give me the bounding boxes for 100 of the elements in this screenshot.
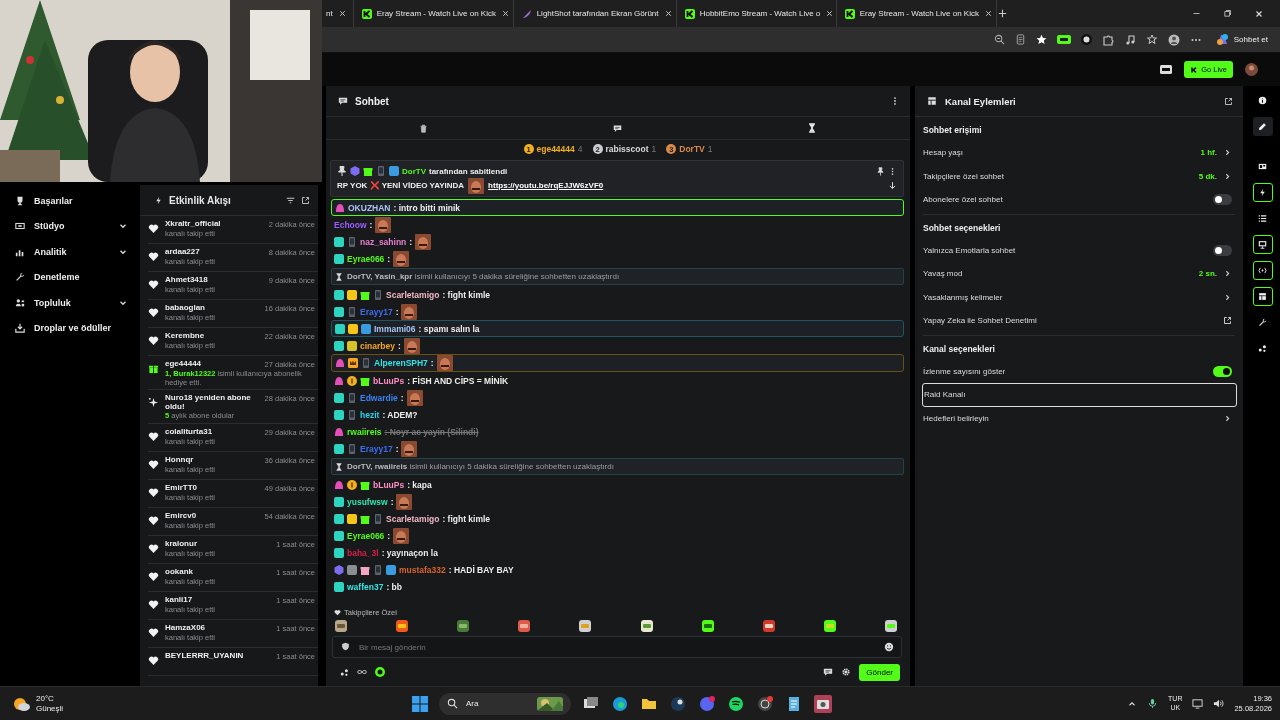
emote-icon[interactable] [761,619,776,633]
chat-username[interactable]: bLuuPs [373,375,405,386]
chat-username[interactable]: OKUZHAN [348,202,391,213]
sidebar-item[interactable]: Analitik [34,246,109,257]
message-input[interactable]: Bir mesaj gönderin [332,636,902,658]
send-button[interactable]: Gönder [859,663,900,681]
rail-button[interactable] [1252,183,1273,202]
chat-username[interactable]: Immami06 [374,323,416,334]
emote-icon[interactable] [700,619,715,633]
popout-icon[interactable] [301,195,310,205]
chevron-right-icon[interactable] [1223,413,1232,423]
volume-icon[interactable] [1213,698,1225,709]
setting-value[interactable]: 1 hf. [1200,148,1217,158]
chat-username[interactable]: Scarletamigo [386,513,440,524]
browser-icon[interactable] [611,694,629,713]
chat-username[interactable]: AlperenSPH7 [374,358,428,368]
copilot-button[interactable]: Sohbet et [1211,31,1272,48]
trash-icon[interactable] [418,123,428,133]
setting-value[interactable]: 5 dk. [1198,171,1217,181]
chat-username[interactable]: mustafa332 [399,564,446,575]
favorites-icon[interactable] [1145,33,1158,46]
nodes-icon[interactable] [340,667,349,677]
chat-username[interactable]: baha_3l [347,547,379,558]
chevron-right-icon[interactable] [1223,269,1232,279]
close-icon[interactable] [983,9,993,18]
display-icon[interactable] [1192,698,1204,709]
toggle-switch[interactable] [1213,244,1232,256]
emote-icon[interactable] [822,619,837,633]
pin-icon[interactable] [876,166,885,176]
emoji-icon[interactable] [884,642,894,652]
setting-label[interactable]: Yasaklanmış kelimeler [923,292,1217,302]
toggle-switch[interactable] [1213,194,1232,206]
music-app-icon[interactable] [727,694,745,713]
puzzle-icon[interactable] [1101,33,1114,46]
close-icon[interactable] [825,9,835,18]
search-field[interactable]: Ara [439,692,571,715]
chat-username[interactable]: Edwardie [360,392,398,403]
chat-icon[interactable] [613,123,622,133]
sidebar-item[interactable]: Topluluk [34,297,109,308]
chat-username[interactable]: rwaiireis [347,426,382,437]
avatar-icon[interactable] [1245,63,1258,76]
emote-icon[interactable] [334,619,348,633]
close-icon[interactable] [337,9,347,18]
extension-icon[interactable] [1056,35,1071,44]
emote-icon[interactable] [456,619,471,633]
chat-username[interactable]: bLuuPs [373,479,405,490]
profile-icon[interactable] [1167,33,1180,46]
close-icon[interactable] [663,9,673,18]
rail-button[interactable] [1252,287,1273,306]
chat-username[interactable]: yusufwsw [347,496,388,507]
logo-icon[interactable] [375,667,385,677]
sidebar-item[interactable]: Başarılar [34,195,128,206]
emote-icon[interactable] [884,619,898,633]
emote-icon[interactable] [517,619,532,633]
raid-channel-field[interactable]: Raid Kanalı [922,383,1237,407]
new-tab-icon[interactable] [996,8,1008,19]
chat-username[interactable]: Eyrae066 [347,530,385,541]
chat-app-icon[interactable] [698,694,716,713]
chat-username[interactable]: naz_sahinn [360,236,407,247]
setting-label[interactable]: Hedefleri belirleyin [923,413,1217,423]
chat-username[interactable]: Erayy17 [360,443,393,454]
chevron-right-icon[interactable] [1223,148,1232,158]
camera-app-icon[interactable] [814,694,832,713]
toggle-switch[interactable] [1213,365,1232,377]
start-icon[interactable] [412,695,428,712]
popout-icon[interactable] [1224,96,1233,106]
setting-label[interactable]: Yapay Zeka ile Sohbet Denetimi [923,316,1217,326]
chat-username[interactable]: Scarletamigo [386,289,440,300]
chat-username[interactable]: cinarbey [360,340,395,351]
close-icon[interactable] [1254,8,1264,19]
sidebar-item[interactable]: Denetleme [34,272,128,283]
rail-button[interactable] [1252,235,1273,254]
setting-value[interactable]: 2 sn. [1198,269,1217,279]
emote-icon[interactable] [395,619,410,633]
external-link-icon[interactable] [1223,316,1232,326]
emote-icon[interactable] [578,619,593,633]
reader-icon[interactable] [1014,34,1026,45]
link[interactable]: https://youtu.be/rqEJJW6zVF0 [488,181,604,190]
chat-username[interactable]: hezit [360,409,380,420]
rail-button[interactable] [1252,117,1273,136]
chevron-right-icon[interactable] [1223,171,1232,181]
chat-username[interactable]: waffen37 [347,581,384,592]
infinity-icon[interactable] [357,667,367,677]
close-icon[interactable] [500,9,510,18]
sidebar-item[interactable]: Stüdyo [34,221,109,232]
chat-username[interactable]: Echoow [334,219,367,230]
zoom-icon[interactable] [993,34,1005,45]
restore-icon[interactable] [1223,8,1232,18]
game-icon[interactable] [669,694,687,713]
filter-icon[interactable] [286,195,295,205]
chat-username[interactable]: Erayy17 [360,306,393,317]
hourglass-icon[interactable] [807,123,818,133]
settings-icon[interactable] [841,667,852,677]
chat-username[interactable]: Eyrae066 [347,253,385,264]
scroll-down-icon[interactable] [888,181,897,190]
music-icon[interactable] [1123,33,1136,46]
sidebar-item[interactable]: Droplar ve ödüller [34,323,128,334]
app-icon[interactable] [756,694,774,713]
chevron-right-icon[interactable] [1223,292,1232,302]
chat-icon[interactable] [823,667,834,677]
